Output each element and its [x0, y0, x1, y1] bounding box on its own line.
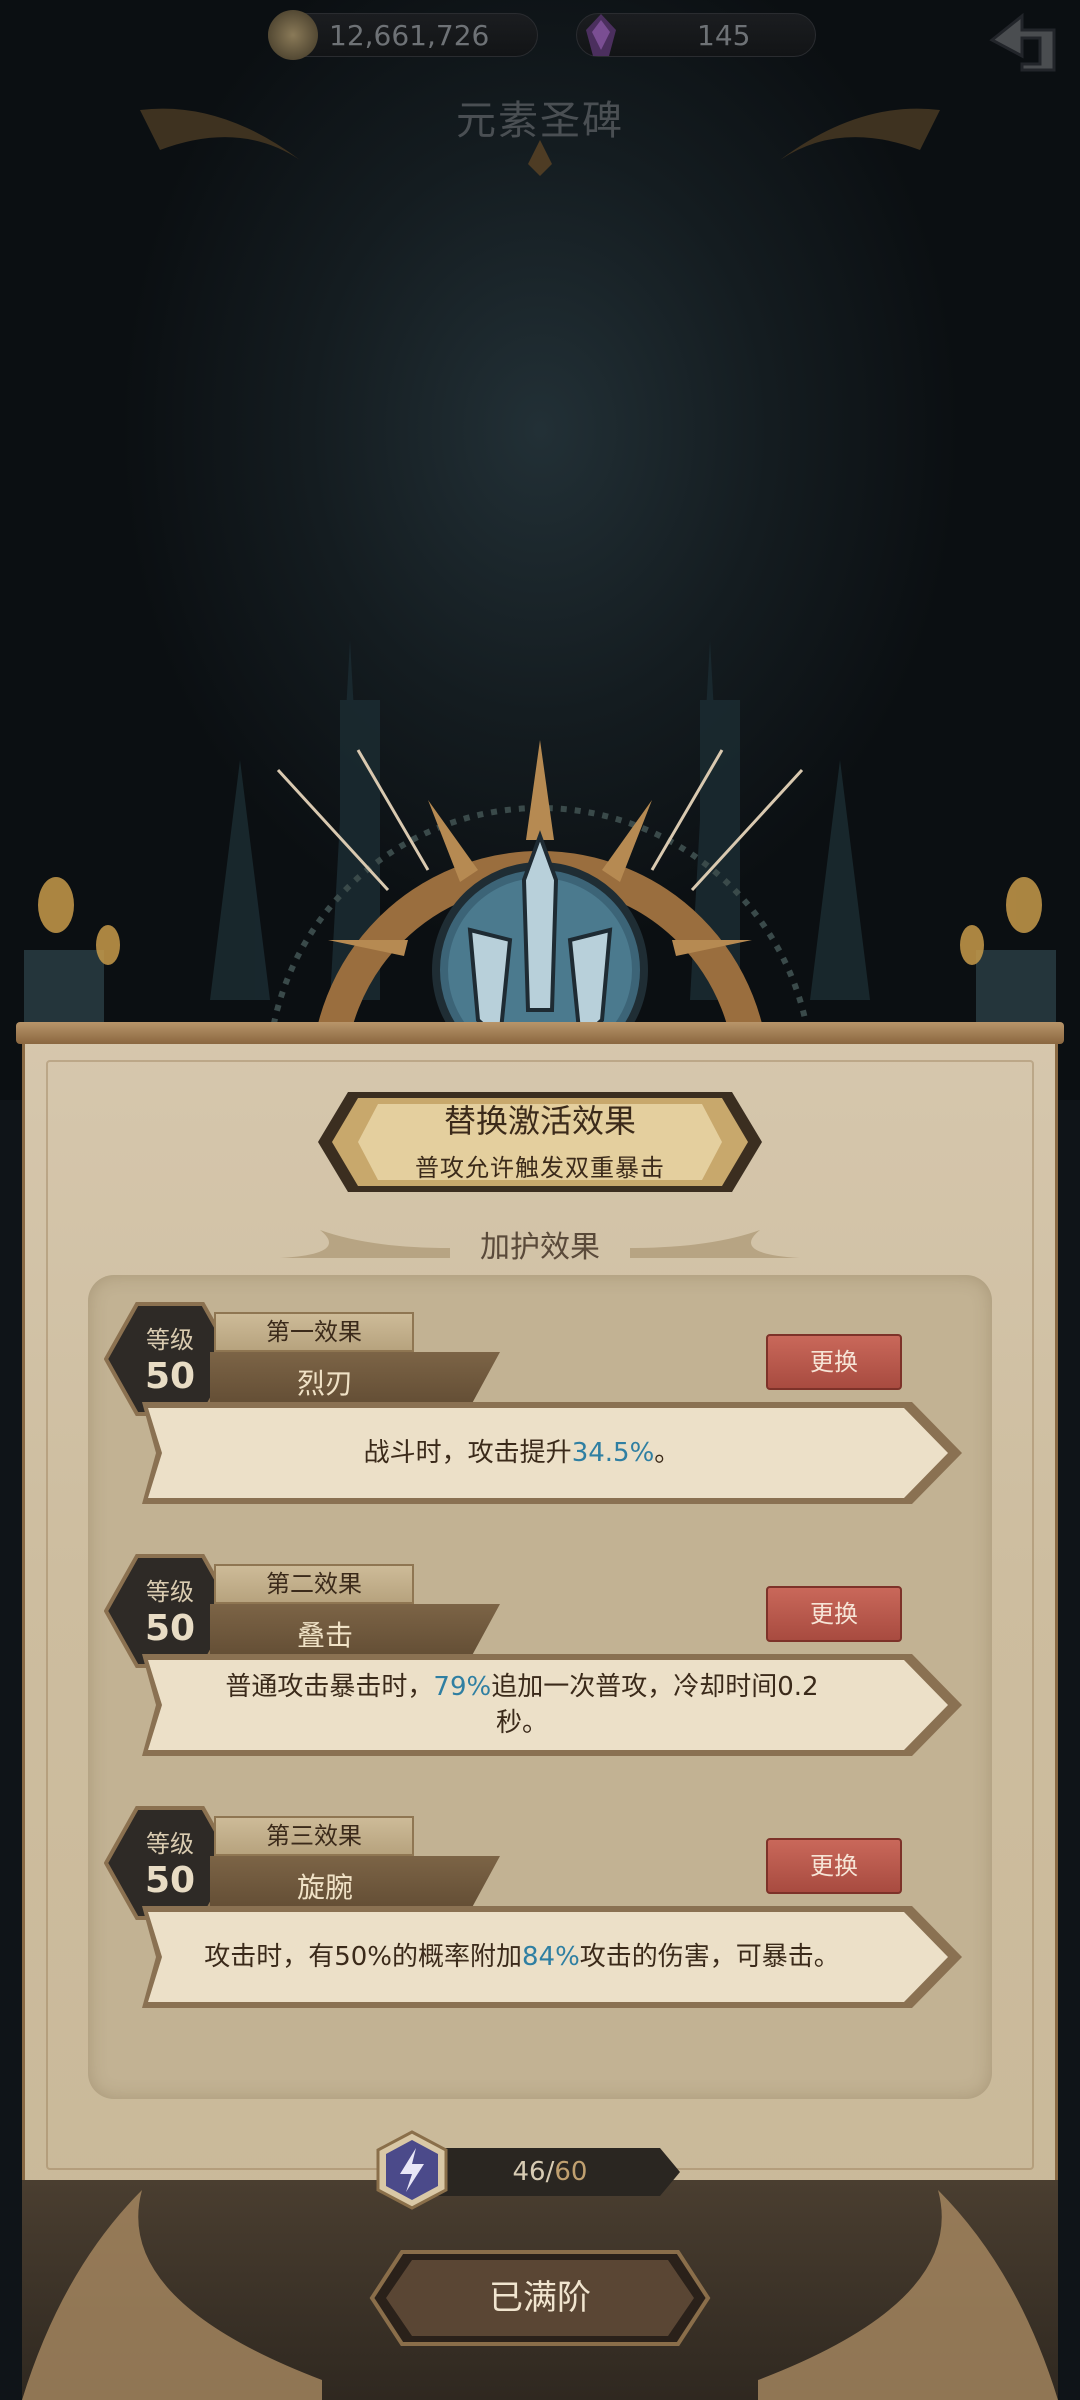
effect-value-highlight: 79%: [433, 1672, 492, 1702]
effect-description-box: 战斗时，攻击提升34.5%。: [142, 1398, 962, 1508]
swap-button[interactable]: 更换: [766, 1586, 902, 1642]
effect-description: 攻击时，有50%的概率附加84%攻击的伤害，可暴击。: [204, 1942, 840, 1972]
progress-current: 46: [512, 2157, 546, 2187]
swap-button[interactable]: 更换: [766, 1838, 902, 1894]
effect-ordinal-tab: 第三效果: [214, 1816, 414, 1856]
gem-counter: 145: [576, 10, 816, 60]
activation-title: 替换激活效果: [443, 1102, 636, 1140]
effect-description: 战斗时，攻击提升34.5%。: [363, 1438, 681, 1468]
effect-value-highlight: 84%: [521, 1942, 580, 1972]
gold-value: 12,661,726: [329, 18, 490, 52]
coin-icon: [268, 10, 318, 60]
section-title: 加护效果: [480, 1230, 600, 1265]
effect-description-box: 攻击时，有50%的概率附加84%攻击的伤害，可暴击。: [142, 1902, 962, 2012]
effect-card-3: 等级 50 第三效果 旋腕 更换 攻击时，有50%的概率附加84%攻击的伤害，可…: [104, 1804, 974, 2044]
effect-card-2: 等级 50 第二效果 叠击 更换 普通攻击暴击时，79%追加一次普攻，冷却时间0…: [104, 1552, 974, 1792]
effect-ordinal-tab: 第一效果: [214, 1312, 414, 1352]
gem-value: 145: [697, 18, 751, 52]
panel-rail: [16, 1022, 1064, 1044]
effect-description: 普通攻击暴击时，79%追加一次普攻，冷却时间0.2秒。: [225, 1672, 819, 1738]
progress-text: 46/60: [512, 2157, 588, 2187]
activation-subtitle: 普攻允许触发双重暴击: [415, 1154, 665, 1182]
maxed-button[interactable]: 已满阶: [368, 2248, 712, 2348]
lightning-crystal-icon: [376, 2130, 448, 2210]
effect-description-box: 普通攻击暴击时，79%追加一次普攻，冷却时间0.2秒。: [142, 1650, 962, 1760]
tri-sword-emblem-icon: [265, 740, 815, 1080]
effect-card-1: 等级 50 第一效果 烈刃 更换 战斗时，攻击提升34.5%。: [104, 1300, 974, 1540]
swap-button[interactable]: 更换: [766, 1334, 902, 1390]
title-ornament: [140, 108, 940, 176]
effect-value-highlight: 34.5%: [571, 1438, 655, 1468]
crystal-icon: [586, 14, 616, 56]
back-arrow-icon[interactable]: [984, 10, 1064, 90]
effect-ordinal-tab: 第二效果: [214, 1564, 414, 1604]
top-resource-bar: 12,661,726 145: [0, 0, 1080, 72]
progress-max: 60: [554, 2157, 588, 2187]
gold-counter: 12,661,726: [268, 10, 538, 60]
